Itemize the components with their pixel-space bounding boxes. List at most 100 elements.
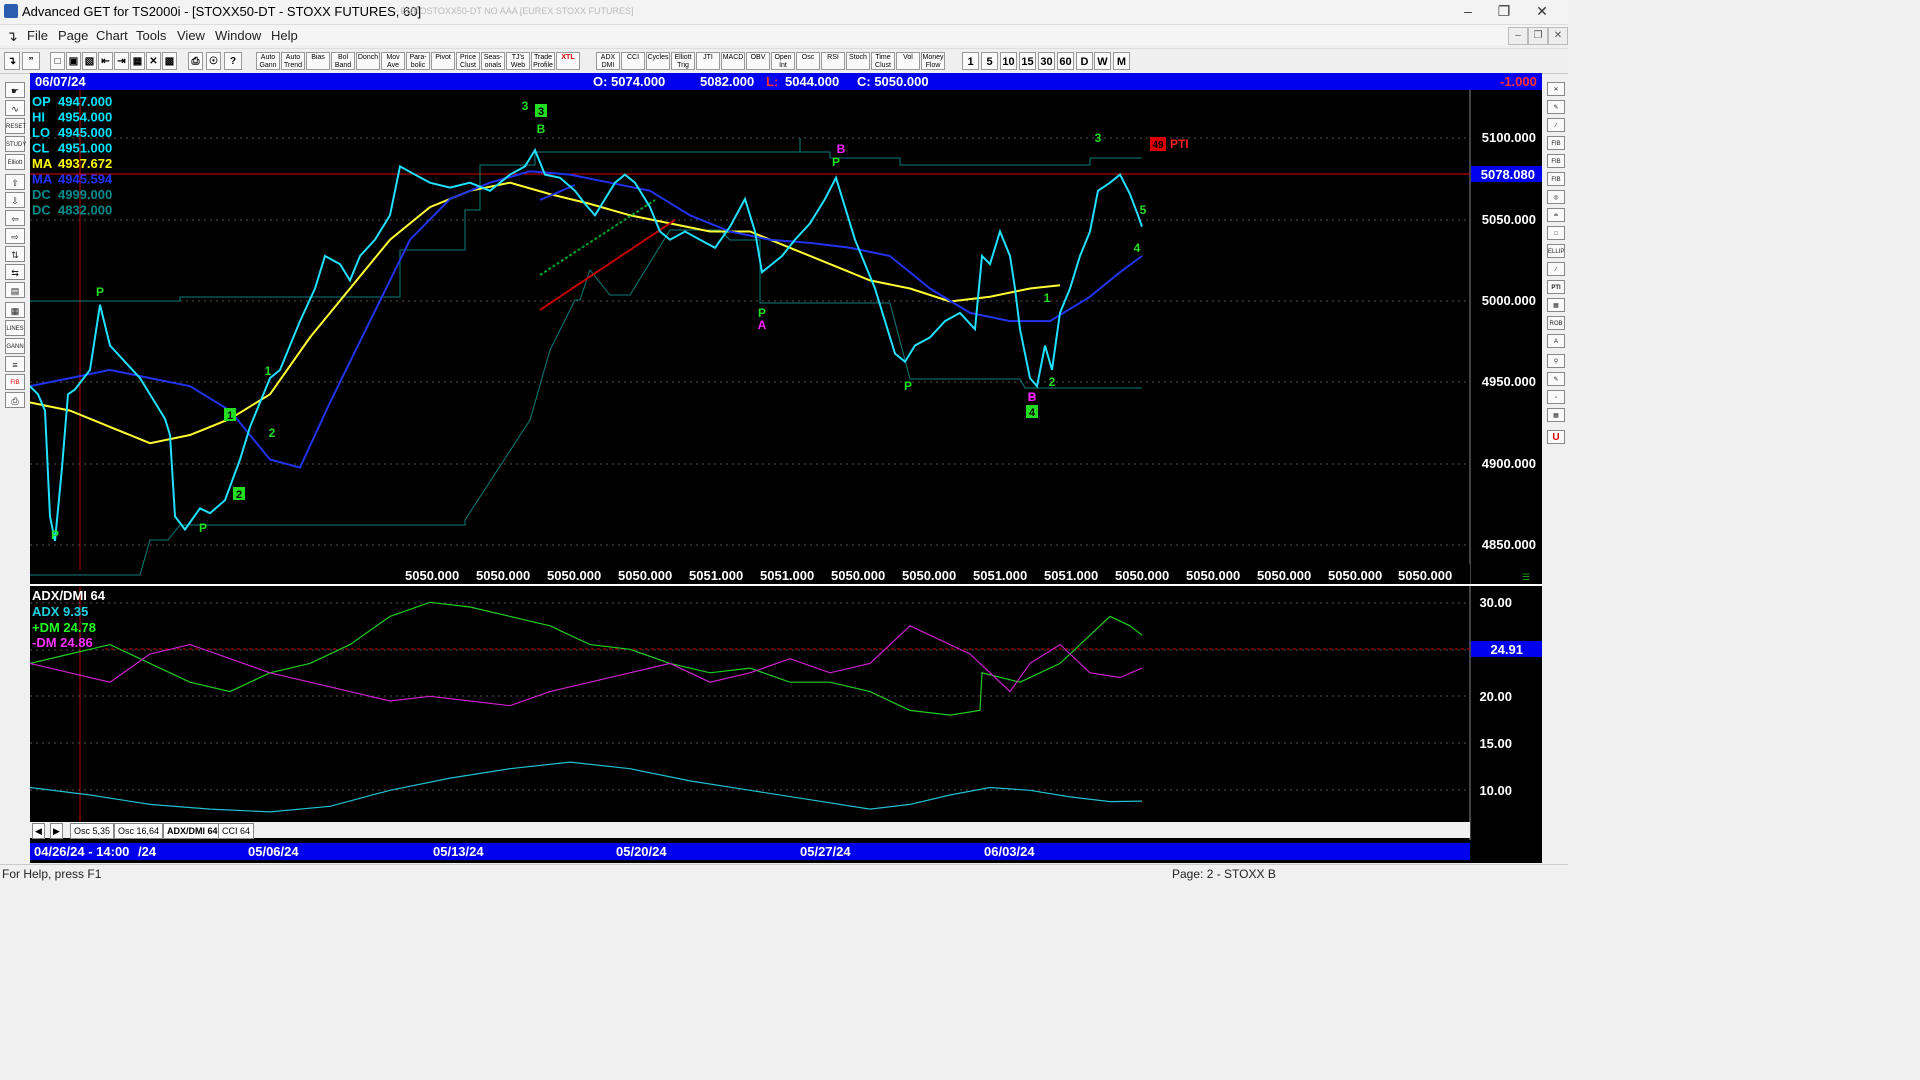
elliott-button[interactable]: Elliott: [5, 154, 25, 170]
study-button-rsi[interactable]: RSI: [821, 52, 845, 70]
tab-adx-dmi-64[interactable]: ADX/DMI 64: [163, 823, 222, 839]
study-button-vol[interactable]: Vol: [896, 52, 920, 70]
line-icon[interactable]: ∕: [1547, 118, 1565, 132]
fib-button[interactable]: FIB: [5, 374, 25, 390]
print-icon[interactable]: ⎙: [188, 52, 203, 70]
arrow-right-icon[interactable]: ⇨: [5, 228, 25, 244]
tab-scroll-left[interactable]: ◀: [32, 823, 45, 839]
grid-small-icon[interactable]: ▦: [1547, 298, 1565, 312]
menu-window[interactable]: Window: [215, 28, 261, 43]
study-button-seas-onals[interactable]: Seas-onals: [481, 52, 505, 70]
menu-page[interactable]: Page: [58, 28, 88, 43]
open-icon[interactable]: ▣: [66, 52, 81, 70]
fib-time-button[interactable]: FIB TIME: [1547, 172, 1565, 186]
scroll-icon[interactable]: ☰: [1522, 572, 1530, 582]
close-tool-icon[interactable]: ✕: [1547, 82, 1565, 96]
study-button-cci[interactable]: CCI: [621, 52, 645, 70]
undo-icon[interactable]: U: [1547, 430, 1565, 444]
tab-osc-5-35[interactable]: Osc 5,35: [70, 823, 115, 839]
marker-icon[interactable]: ✎: [1547, 372, 1565, 386]
help-icon[interactable]: ?: [224, 52, 242, 70]
rob-button[interactable]: ROB: [1547, 316, 1565, 330]
mdi-minimize-button[interactable]: –: [1508, 27, 1528, 45]
copy-tool-icon[interactable]: ▫: [1547, 390, 1565, 404]
ellipse-button[interactable]: ELLIPS: [1547, 244, 1565, 258]
study-button-stoch[interactable]: Stoch: [846, 52, 870, 70]
study-button-money-flow[interactable]: Money Flow: [921, 52, 945, 70]
study-button-time-clust[interactable]: Time Clust: [871, 52, 895, 70]
study-button-osc[interactable]: Osc: [796, 52, 820, 70]
expand-icon[interactable]: ⇆: [5, 264, 25, 280]
menu-view[interactable]: View: [177, 28, 205, 43]
study-button-xtl[interactable]: XTL: [556, 52, 580, 70]
maximize-button[interactable]: ❐: [1486, 0, 1522, 22]
fib-extension-button[interactable]: FIB EXT: [1547, 154, 1565, 168]
arrow-down-icon[interactable]: ⇩: [5, 192, 25, 208]
study-button-bol-band[interactable]: Bol Band: [331, 52, 355, 70]
study-button-jti[interactable]: JTI: [696, 52, 720, 70]
study-button-adx-dmi[interactable]: ADX DMI: [596, 52, 620, 70]
chart-icon[interactable]: ∿: [5, 100, 25, 116]
back-icon[interactable]: ⇤: [98, 52, 113, 70]
interval-button-30[interactable]: 30: [1038, 52, 1055, 70]
menu-file[interactable]: File: [27, 28, 48, 43]
study-button-auto-gann[interactable]: Auto Gann: [256, 52, 280, 70]
minimize-button[interactable]: –: [1450, 0, 1486, 22]
study-button-donch[interactable]: Donch: [356, 52, 380, 70]
pti-button[interactable]: PTI: [1547, 280, 1565, 294]
arrow-up-icon[interactable]: ⇧: [5, 174, 25, 190]
printer-icon[interactable]: ⎙: [5, 392, 25, 408]
hint-icon[interactable]: ☉: [206, 52, 221, 70]
tab-osc-16-64[interactable]: Osc 16,64: [114, 823, 164, 839]
interval-button-w[interactable]: W: [1094, 52, 1111, 70]
compress-icon[interactable]: ⇅: [5, 246, 25, 262]
table-icon[interactable]: ▦: [1547, 408, 1565, 422]
channel-icon[interactable]: ∕: [1547, 262, 1565, 276]
cursor-icon[interactable]: ☛: [5, 82, 25, 98]
pen-icon[interactable]: ✎: [1547, 100, 1565, 114]
grid-icon[interactable]: ▩: [162, 52, 177, 70]
lines-button[interactable]: LINES: [5, 320, 25, 336]
study-button-macd[interactable]: MACD: [721, 52, 745, 70]
new-icon[interactable]: □: [50, 52, 65, 70]
study-button-price-clust[interactable]: Price Clust: [456, 52, 480, 70]
interval-button-d[interactable]: D: [1076, 52, 1093, 70]
delete-icon[interactable]: ✕: [146, 52, 161, 70]
study-button[interactable]: STUDY: [5, 136, 26, 152]
fan-icon[interactable]: ≐: [1547, 208, 1565, 222]
tab-scroll-right[interactable]: ▶: [50, 823, 63, 839]
chart-window[interactable]: 06/07/24 O: 5074.000 5082.000 L: 5044.00…: [30, 73, 1542, 863]
study-button-mov-ave[interactable]: Mov Ave: [381, 52, 405, 70]
study-button-pivot[interactable]: Pivot: [431, 52, 455, 70]
menu-chart[interactable]: Chart: [96, 28, 128, 43]
interval-button-60[interactable]: 60: [1057, 52, 1074, 70]
magnify-icon[interactable]: ⚲: [1547, 354, 1565, 368]
tab-cci-64[interactable]: CCI 64: [218, 823, 255, 839]
study-button-bias[interactable]: Bias: [306, 52, 330, 70]
study-button-open-int[interactable]: Open Int: [771, 52, 795, 70]
interval-button-m[interactable]: M: [1113, 52, 1130, 70]
quote-icon[interactable]: ”: [22, 52, 40, 70]
menu-tools[interactable]: Tools: [136, 28, 166, 43]
copy-icon[interactable]: ▧: [82, 52, 97, 70]
study-button-cycles[interactable]: Cycles: [646, 52, 670, 70]
pointer-icon[interactable]: ↴: [4, 52, 20, 70]
study-button-tj-s-web[interactable]: TJ's Web: [506, 52, 530, 70]
text-tool-icon[interactable]: A: [1547, 334, 1565, 348]
zoom-icon[interactable]: ▤: [5, 282, 25, 298]
interval-button-1[interactable]: 1: [962, 52, 979, 70]
grid-tool-icon[interactable]: ▦: [5, 302, 25, 318]
interval-button-15[interactable]: 15: [1019, 52, 1036, 70]
levels-icon[interactable]: ≡: [5, 356, 25, 372]
study-button-obv[interactable]: OBV: [746, 52, 770, 70]
interval-button-10[interactable]: 10: [1000, 52, 1017, 70]
study-button-elliott-trig[interactable]: Elliott Trig: [671, 52, 695, 70]
mdi-close-button[interactable]: ✕: [1548, 27, 1568, 45]
layout-icon[interactable]: ▦: [130, 52, 145, 70]
arrow-left-icon[interactable]: ⇦: [5, 210, 25, 226]
study-button-trade-profile[interactable]: Trade Profile: [531, 52, 555, 70]
page-icon[interactable]: □: [1547, 226, 1565, 240]
mdi-restore-button[interactable]: ❐: [1528, 27, 1548, 45]
spiral-icon[interactable]: ◎: [1547, 190, 1565, 204]
menu-help[interactable]: Help: [271, 28, 298, 43]
